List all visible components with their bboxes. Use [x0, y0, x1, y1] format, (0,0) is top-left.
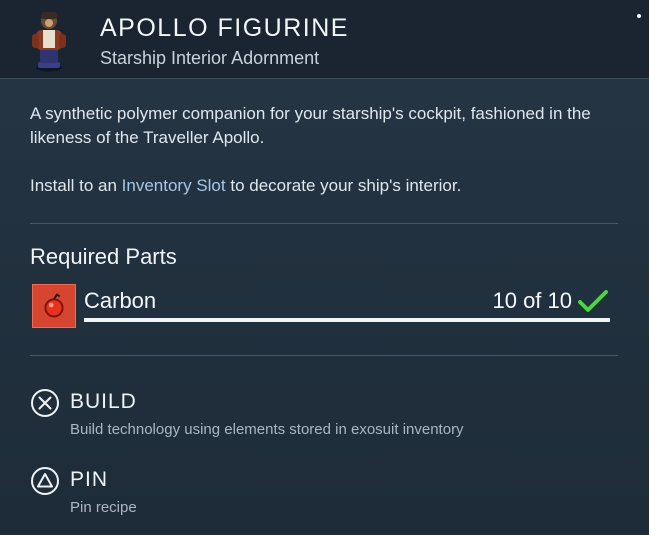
corner-indicator-icon [637, 14, 641, 18]
pin-hint: Pin recipe [70, 499, 137, 516]
build-label: BUILD [70, 390, 137, 413]
part-progress-bar [84, 318, 610, 322]
required-part-row: Carbon 10 of 10 [30, 282, 612, 330]
divider [30, 355, 618, 356]
pin-button[interactable]: PIN Pin recipe [30, 466, 610, 522]
pin-label: PIN [70, 468, 109, 491]
install-instructions: Install to an Inventory Slot to decorate… [30, 174, 620, 198]
apollo-figurine-icon [32, 12, 66, 72]
part-count: 10 of 10 [492, 288, 572, 313]
part-progress-fill [84, 318, 610, 322]
panel-header: APOLLO FIGURINE Starship Interior Adornm… [0, 0, 649, 79]
build-hint: Build technology using elements stored i… [70, 421, 464, 438]
carbon-icon [32, 284, 76, 328]
build-button[interactable]: BUILD Build technology using elements st… [30, 388, 610, 444]
part-name: Carbon [84, 288, 157, 313]
inventory-slot-link: Inventory Slot [121, 176, 226, 195]
checkmark-icon [578, 289, 608, 313]
cross-button-icon [31, 389, 59, 417]
item-category: Starship Interior Adornment [100, 48, 320, 68]
page-title: APOLLO FIGURINE [100, 14, 349, 42]
item-description: A synthetic polymer companion for your s… [30, 102, 620, 198]
install-suffix: to decorate your ship's interior. [225, 176, 462, 195]
description-text: A synthetic polymer companion for your s… [30, 104, 591, 147]
item-info-panel: APOLLO FIGURINE Starship Interior Adornm… [0, 0, 649, 535]
install-prefix: Install to an [30, 176, 122, 195]
required-parts-title: Required Parts [30, 244, 177, 269]
triangle-button-icon [31, 467, 59, 495]
divider [30, 223, 618, 224]
